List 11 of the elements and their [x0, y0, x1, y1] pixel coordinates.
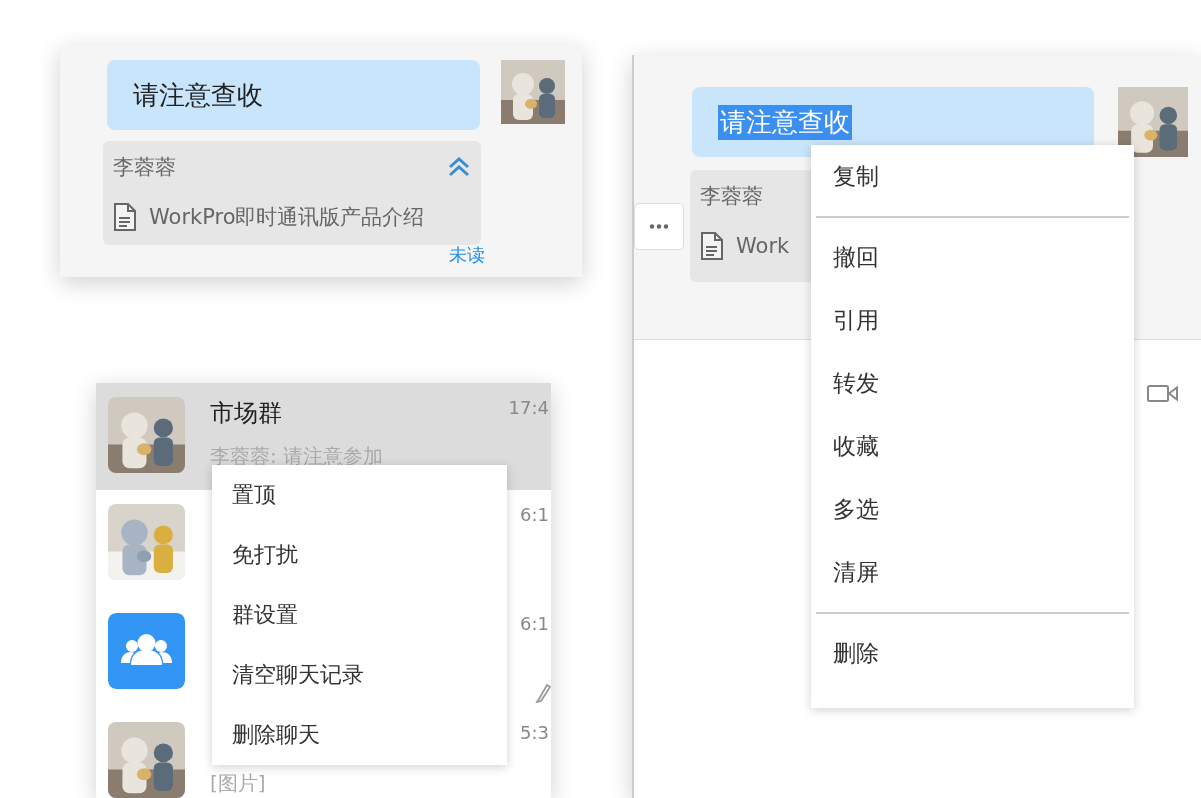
sender-name: 李蓉蓉	[700, 183, 764, 210]
chat-time: 17:4	[508, 397, 549, 418]
chat-time: 5:3	[520, 722, 549, 743]
message-text: 请注意查收	[132, 78, 264, 112]
message-preview: [图片]	[210, 770, 267, 797]
message-text: 请注意查收	[718, 104, 852, 140]
chat-time: 6:1	[520, 504, 549, 525]
chat-name: 市场群	[210, 398, 283, 429]
chat-time: 6:1	[520, 613, 549, 634]
sender-name: 李蓉蓉	[113, 154, 176, 181]
read-status: 未读	[449, 243, 485, 267]
